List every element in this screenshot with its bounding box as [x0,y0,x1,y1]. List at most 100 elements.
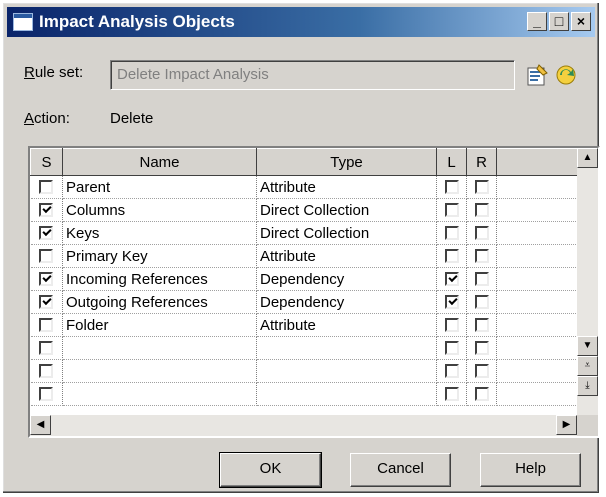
name-cell[interactable]: Parent [62,175,257,199]
help-button[interactable]: Help [480,453,581,487]
col-header-type[interactable]: Type [256,148,437,176]
select-cell [30,267,63,291]
type-cell[interactable]: Attribute [256,175,437,199]
scroll-up-button[interactable]: ▲ [577,148,598,168]
refresh-icon[interactable] [554,63,578,87]
horizontal-scrollbar[interactable]: ◀ ▶ [30,415,577,436]
select-checkbox[interactable] [39,295,54,309]
properties-icon[interactable] [525,63,549,87]
name-cell[interactable]: Folder [62,313,257,337]
type-cell[interactable] [256,359,437,383]
l-cell [436,313,467,337]
select-checkbox[interactable] [39,272,54,286]
filler-cell [496,267,578,291]
select-checkbox[interactable] [39,387,54,401]
l-checkbox[interactable] [444,387,459,401]
name-cell[interactable] [62,359,257,383]
type-cell[interactable]: Dependency [256,267,437,291]
ok-button[interactable]: OK [219,452,322,488]
type-cell[interactable] [256,336,437,360]
table-row[interactable] [30,336,578,360]
close-button[interactable]: × [571,12,591,31]
r-checkbox[interactable] [474,295,489,309]
r-cell [466,198,497,222]
l-cell [436,198,467,222]
name-cell[interactable] [62,382,257,406]
table-row[interactable]: Folder Attribute [30,313,578,337]
name-cell[interactable]: Columns [62,198,257,222]
scroll-last-button[interactable]: ⤓ [577,376,598,396]
scroll-page-down-button[interactable]: ⩡ [577,356,598,376]
name-cell[interactable]: Outgoing References [62,290,257,314]
r-cell [466,359,497,383]
type-cell[interactable]: Attribute [256,313,437,337]
col-header-name[interactable]: Name [62,148,257,176]
table-row[interactable]: Columns Direct Collection [30,198,578,222]
l-checkbox[interactable] [444,226,459,240]
r-checkbox[interactable] [474,203,489,217]
select-checkbox[interactable] [39,180,54,194]
objects-grid[interactable]: S Name Type L R Parent Attribute Columns Di… [28,146,600,438]
type-cell[interactable]: Attribute [256,244,437,268]
select-checkbox[interactable] [39,341,54,355]
table-row[interactable] [30,359,578,383]
table-row[interactable]: Incoming References Dependency [30,267,578,291]
rule-set-field[interactable]: Delete Impact Analysis [110,60,515,90]
select-cell [30,221,63,245]
r-checkbox[interactable] [474,272,489,286]
l-checkbox[interactable] [444,318,459,332]
scroll-right-button[interactable]: ▶ [556,415,577,435]
r-checkbox[interactable] [474,341,489,355]
l-checkbox[interactable] [444,295,459,309]
table-row[interactable]: Parent Attribute [30,175,578,199]
l-checkbox[interactable] [444,180,459,194]
r-checkbox[interactable] [474,387,489,401]
col-header-r[interactable]: R [466,148,497,176]
scroll-left-button[interactable]: ◀ [30,415,51,435]
select-checkbox[interactable] [39,226,54,240]
r-cell [466,336,497,360]
select-cell [30,359,63,383]
table-row[interactable]: Outgoing References Dependency [30,290,578,314]
action-value: Delete [110,110,154,127]
type-cell[interactable]: Direct Collection [256,198,437,222]
table-row[interactable]: Keys Direct Collection [30,221,578,245]
name-cell[interactable]: Incoming References [62,267,257,291]
filler-cell [496,244,578,268]
minimize-button[interactable]: _ [527,12,547,31]
type-cell[interactable]: Direct Collection [256,221,437,245]
cancel-button[interactable]: Cancel [350,453,451,487]
table-row[interactable]: Primary Key Attribute [30,244,578,268]
r-checkbox[interactable] [474,180,489,194]
name-cell[interactable] [62,336,257,360]
scroll-down-button[interactable]: ▼ [577,336,598,356]
title-bar[interactable]: Impact Analysis Objects _ □ × [7,7,595,37]
vertical-scrollbar[interactable]: ▲ ▼ ⩡ ⤓ [577,148,598,416]
select-checkbox[interactable] [39,203,54,217]
l-cell [436,221,467,245]
type-cell[interactable]: Dependency [256,290,437,314]
r-checkbox[interactable] [474,364,489,378]
col-header-s[interactable]: S [30,148,63,176]
r-checkbox[interactable] [474,318,489,332]
name-cell[interactable]: Primary Key [62,244,257,268]
r-cell [466,221,497,245]
select-checkbox[interactable] [39,249,54,263]
name-cell[interactable]: Keys [62,221,257,245]
l-checkbox[interactable] [444,364,459,378]
l-cell [436,359,467,383]
l-checkbox[interactable] [444,272,459,286]
r-checkbox[interactable] [474,226,489,240]
r-checkbox[interactable] [474,249,489,263]
maximize-button[interactable]: □ [549,12,569,31]
col-header-l[interactable]: L [436,148,467,176]
r-cell [466,175,497,199]
table-row[interactable] [30,382,578,406]
l-checkbox[interactable] [444,249,459,263]
scrollbar-corner [577,415,598,436]
select-checkbox[interactable] [39,318,54,332]
l-checkbox[interactable] [444,341,459,355]
select-checkbox[interactable] [39,364,54,378]
type-cell[interactable] [256,382,437,406]
l-checkbox[interactable] [444,203,459,217]
